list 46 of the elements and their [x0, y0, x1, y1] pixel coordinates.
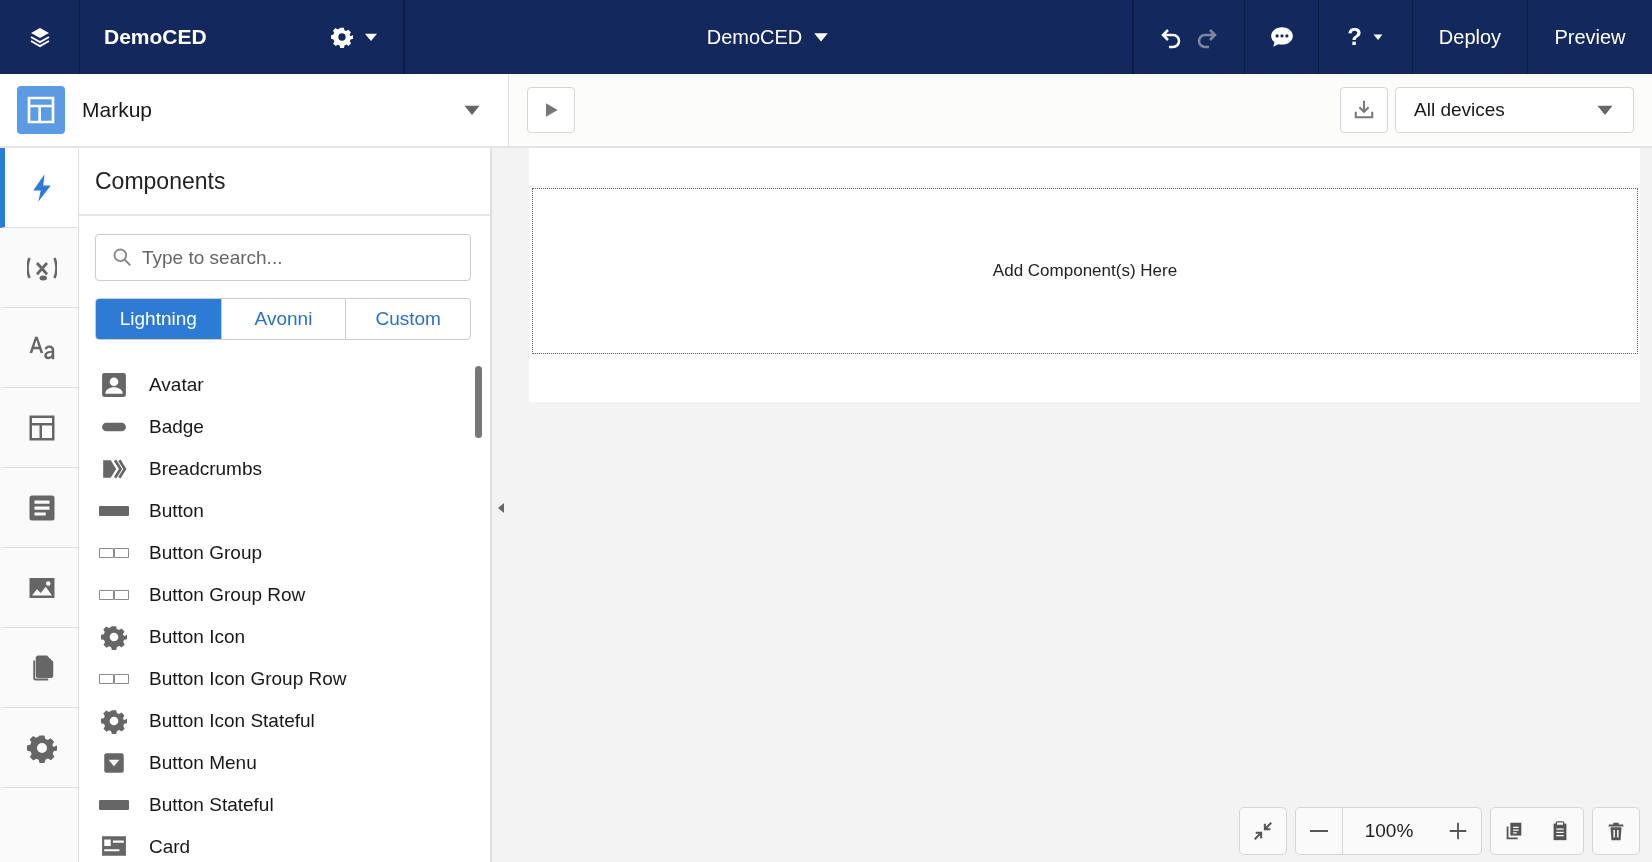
gear-icon	[101, 624, 127, 650]
gear-icon	[101, 708, 127, 734]
page-type-selector[interactable]: Markup	[0, 74, 508, 146]
download-icon	[1353, 99, 1375, 121]
drop-zone-label: Add Component(s) Here	[992, 261, 1178, 281]
component-item[interactable]: Button	[149, 500, 204, 522]
component-item[interactable]: Avatar	[149, 374, 204, 396]
component-item[interactable]: Card	[149, 836, 191, 858]
category-tab[interactable]: Custom	[345, 299, 470, 339]
search-icon	[112, 247, 132, 267]
settings-menu-button[interactable]	[331, 26, 379, 48]
component-item[interactable]: Button Group	[149, 542, 263, 564]
run-button[interactable]	[527, 87, 575, 133]
download-button[interactable]	[1340, 87, 1388, 133]
chat-icon	[1268, 24, 1295, 50]
component-item[interactable]: Button Icon	[149, 626, 246, 648]
component-item[interactable]: Breadcrumbs	[149, 458, 262, 480]
search-field[interactable]: Type to search...	[95, 234, 471, 281]
collapse-panel-icon[interactable]	[496, 502, 505, 514]
plus-icon	[1447, 820, 1469, 842]
sidebar-tab[interactable]	[0, 148, 78, 228]
component-item[interactable]: Badge	[149, 416, 204, 438]
deploy-button[interactable]: Deploy	[1438, 25, 1502, 49]
dropdown-menu-icon	[101, 750, 127, 776]
category-tab[interactable]: Lightning	[96, 299, 221, 339]
help-menu-button[interactable]: ?	[1347, 23, 1384, 51]
avatar-icon	[101, 372, 127, 398]
zoom-level: 100%	[1342, 808, 1435, 854]
preview-button[interactable]: Preview	[1554, 25, 1626, 49]
category-tab[interactable]: Avonni	[220, 299, 346, 339]
scrollbar[interactable]	[475, 366, 482, 438]
minus-icon	[1309, 830, 1329, 832]
settings-icon	[331, 26, 353, 48]
panel-title: Components	[79, 148, 490, 216]
layout-tile-icon	[17, 86, 65, 134]
app-title: DemoCED	[104, 25, 207, 49]
component-item[interactable]: Button Icon Stateful	[149, 710, 315, 732]
org-selector[interactable]: DemoCED	[706, 25, 831, 49]
drop-zone[interactable]: Add Component(s) Here	[532, 188, 1638, 354]
component-item[interactable]: Button Stateful	[149, 794, 274, 816]
device-selector[interactable]: All devices	[1395, 87, 1634, 133]
component-item[interactable]: Button Menu	[149, 752, 257, 774]
component-item[interactable]: Button Icon Group Row	[149, 668, 347, 690]
component-item[interactable]: Button Group Row	[149, 584, 306, 606]
shrink-icon	[1252, 820, 1274, 842]
feedback-button[interactable]	[1268, 24, 1295, 50]
